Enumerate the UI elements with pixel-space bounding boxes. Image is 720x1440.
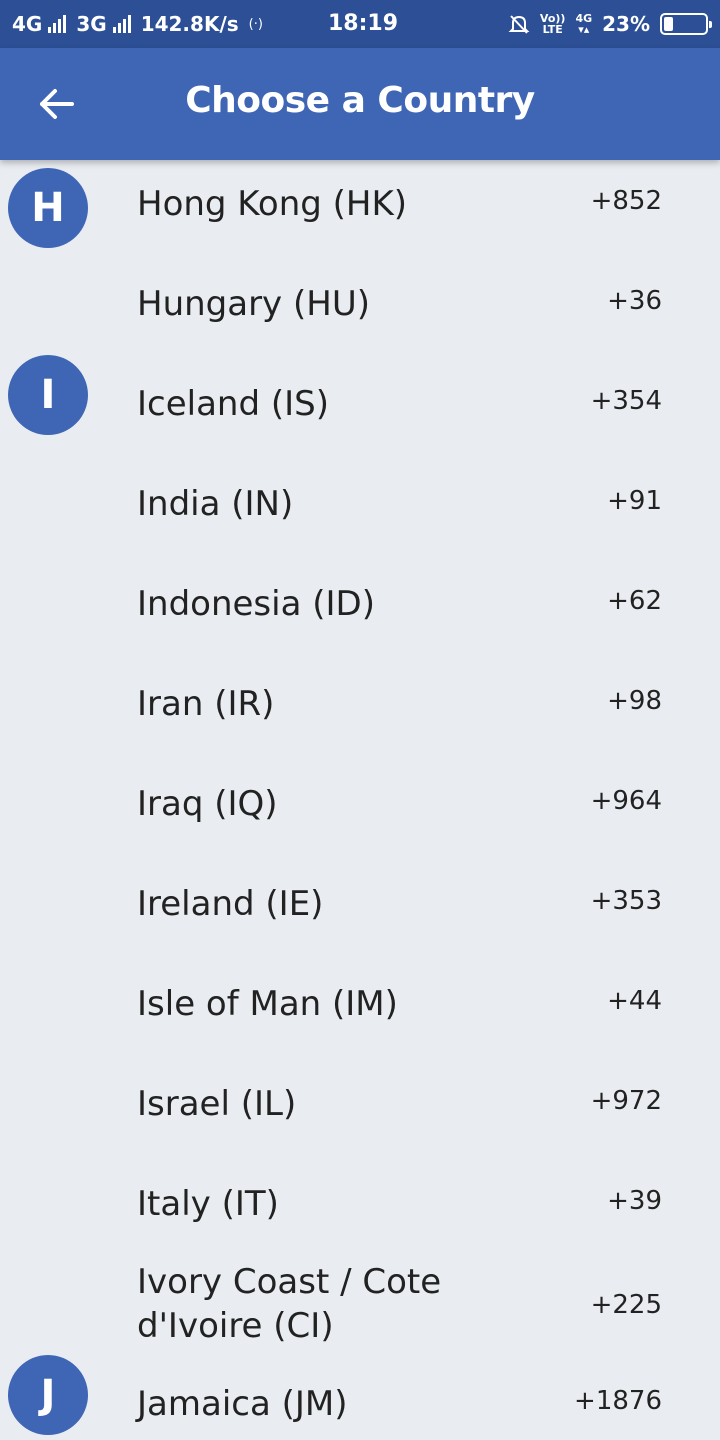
- dial-code: +852: [590, 186, 662, 216]
- list-item-country[interactable]: Isle of Man (IM) +44: [0, 952, 720, 1052]
- dial-code: +1876: [574, 1386, 662, 1416]
- country-name: Indonesia (ID): [137, 584, 375, 624]
- volte-indicator: Vo)) LTE: [539, 12, 566, 36]
- battery-level: [664, 17, 674, 31]
- list-item-country[interactable]: Iraq (IQ) +964: [0, 752, 720, 852]
- country-name: Italy (IT): [137, 1184, 279, 1224]
- list-item-country[interactable]: Israel (IL) +972: [0, 1052, 720, 1152]
- list-item-country[interactable]: Ivory Coast / Cote d'Ivoire (CI) +225: [0, 1252, 720, 1360]
- dial-code: +972: [590, 1086, 662, 1116]
- signal-icon-2: [112, 15, 131, 33]
- country-list[interactable]: H Hong Kong (HK) +852 Hungary (HU) +36 I…: [0, 152, 720, 1440]
- app-bar: Choose a Country: [0, 48, 720, 160]
- country-name: India (IN): [137, 484, 294, 524]
- status-left: 4G 3G 142.8K/s (·): [12, 12, 263, 36]
- hotspot-icon: (·): [248, 16, 263, 32]
- dial-code: +91: [607, 486, 662, 516]
- list-item-country[interactable]: Ireland (IE) +353: [0, 852, 720, 952]
- status-bar: 4G 3G 142.8K/s (·) 18:19 Vo)) LTE 4G ▾▴ 2…: [0, 0, 720, 48]
- dial-code: +98: [607, 686, 662, 716]
- list-item-country[interactable]: Italy (IT) +39: [0, 1152, 720, 1252]
- dial-code: +62: [607, 586, 662, 616]
- list-item-country[interactable]: J Jamaica (JM) +1876: [0, 1352, 720, 1440]
- section-letter-badge: J: [8, 1355, 88, 1435]
- list-item-country[interactable]: Indonesia (ID) +62: [0, 552, 720, 652]
- status-time: 18:19: [328, 11, 399, 36]
- list-item-country[interactable]: India (IN) +91: [0, 452, 720, 552]
- status-right: Vo)) LTE 4G ▾▴ 23%: [508, 0, 712, 48]
- dial-code: +44: [607, 986, 662, 1016]
- dial-code: +225: [590, 1290, 662, 1320]
- battery-icon: [660, 13, 712, 35]
- battery-percent: 23%: [602, 12, 650, 36]
- country-name: Iraq (IQ): [137, 784, 278, 824]
- country-name: Ireland (IE): [137, 884, 324, 924]
- network-type-2: 3G: [76, 12, 107, 36]
- list-item-country[interactable]: H Hong Kong (HK) +852: [0, 152, 720, 252]
- notifications-off-icon: [508, 13, 530, 35]
- country-name: Hungary (HU): [137, 284, 370, 324]
- network-type-1: 4G: [12, 12, 43, 36]
- country-name: Hong Kong (HK): [137, 184, 408, 224]
- dial-code: +354: [590, 386, 662, 416]
- list-item-country[interactable]: Iran (IR) +98: [0, 652, 720, 752]
- dial-code: +36: [607, 286, 662, 316]
- data-type-indicator: 4G ▾▴: [575, 12, 593, 36]
- page-title: Choose a Country: [185, 80, 535, 121]
- network-speed: 142.8K/s: [140, 12, 239, 36]
- dial-code: +964: [590, 786, 662, 816]
- country-name: Jamaica (JM): [137, 1384, 348, 1424]
- dial-code: +39: [607, 1186, 662, 1216]
- list-item-country[interactable]: I Iceland (IS) +354: [0, 352, 720, 452]
- dial-code: +353: [590, 886, 662, 916]
- country-name: Ivory Coast / Cote d'Ivoire (CI): [137, 1262, 442, 1346]
- list-item-country[interactable]: Hungary (HU) +36: [0, 252, 720, 352]
- signal-icon: [48, 15, 67, 33]
- section-letter-badge: I: [8, 355, 88, 435]
- section-letter-badge: H: [8, 168, 88, 248]
- country-name: Iceland (IS): [137, 384, 329, 424]
- country-name: Israel (IL): [137, 1084, 297, 1124]
- country-name: Iran (IR): [137, 684, 275, 724]
- country-name: Isle of Man (IM): [137, 984, 398, 1024]
